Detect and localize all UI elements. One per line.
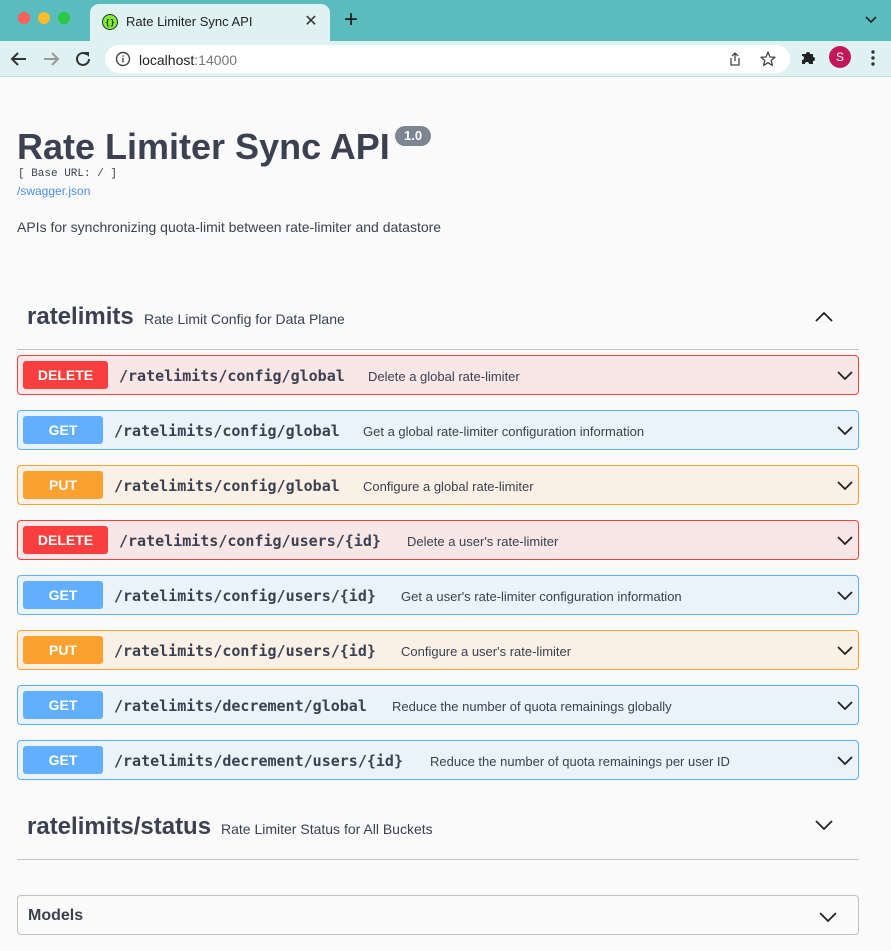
tag-header-ratelimits-status[interactable]: ratelimits/status Rate Limiter Status fo… [17, 810, 859, 860]
method-badge: GET [23, 691, 103, 719]
operation-summary: Reduce the number of quota remainings gl… [392, 699, 672, 714]
opblock-get-decrement-global[interactable]: GET /ratelimits/decrement/global Reduce … [17, 685, 859, 725]
profile-avatar[interactable]: S [829, 46, 851, 68]
method-badge: GET [23, 746, 103, 774]
forward-arrow-icon[interactable] [40, 48, 62, 70]
models-section[interactable]: Models [17, 895, 859, 935]
swagger-json-link[interactable]: /swagger.json [17, 184, 90, 198]
chevron-down-icon[interactable] [836, 696, 854, 714]
chevron-down-icon[interactable] [836, 366, 854, 384]
svg-text:{}: {} [105, 18, 115, 27]
chevron-down-icon[interactable] [836, 751, 854, 769]
method-badge: GET [23, 416, 103, 444]
url-port: :14000 [194, 52, 238, 68]
chevron-down-icon[interactable] [814, 815, 834, 835]
chevron-down-icon[interactable] [836, 586, 854, 604]
operation-path: /ratelimits/config/global [119, 367, 345, 385]
operation-summary: Delete a global rate-limiter [368, 369, 520, 384]
new-tab-button[interactable]: + [340, 7, 362, 33]
operation-path: /ratelimits/config/users/{id} [119, 532, 381, 550]
operation-summary: Configure a user's rate-limiter [401, 644, 572, 659]
method-badge: DELETE [23, 361, 108, 389]
method-badge: GET [23, 581, 103, 609]
tag-header-ratelimits[interactable]: ratelimits Rate Limit Config for Data Pl… [17, 300, 859, 350]
share-icon[interactable] [727, 51, 743, 67]
chevron-down-icon[interactable] [836, 476, 854, 494]
method-badge: DELETE [23, 526, 108, 554]
extensions-puzzle-icon[interactable] [798, 48, 818, 68]
browser-menu-icon[interactable] [868, 48, 878, 68]
browser-titlebar: {} Rate Limiter Sync API ✕ + [0, 0, 891, 41]
operation-path: /ratelimits/config/global [114, 422, 340, 440]
opblock-put-config-global[interactable]: PUT /ratelimits/config/global Configure … [17, 465, 859, 505]
tag-description: Rate Limit Config for Data Plane [144, 311, 345, 327]
operation-path: /ratelimits/config/users/{id} [114, 642, 376, 660]
operation-path: /ratelimits/config/global [114, 477, 340, 495]
url-text[interactable]: localhost:14000 [139, 52, 237, 68]
browser-toolbar: localhost:14000 [0, 41, 891, 77]
models-title: Models [28, 907, 84, 924]
minimize-window-button[interactable] [38, 12, 50, 24]
operation-path: /ratelimits/config/users/{id} [114, 587, 376, 605]
chevron-up-icon[interactable] [814, 307, 834, 327]
operation-path: /ratelimits/decrement/users/{id} [114, 752, 403, 770]
tab-search-chevron-icon[interactable] [864, 12, 878, 26]
opblock-put-config-users[interactable]: PUT /ratelimits/config/users/{id} Config… [17, 630, 859, 670]
operation-path: /ratelimits/decrement/global [114, 697, 367, 715]
browser-tab[interactable]: {} Rate Limiter Sync API ✕ [90, 4, 330, 41]
bookmark-star-icon[interactable] [759, 50, 777, 68]
version-badge: 1.0 [395, 126, 432, 146]
opblock-delete-config-global[interactable]: DELETE /ratelimits/config/global Delete … [17, 355, 859, 395]
operation-summary: Get a user's rate-limiter configuration … [401, 589, 682, 604]
api-title: Rate Limiter Sync API [17, 126, 390, 167]
site-info-icon[interactable] [115, 51, 131, 67]
tab-title: Rate Limiter Sync API [126, 14, 253, 29]
back-arrow-icon[interactable] [8, 48, 30, 70]
base-url: [ Base URL: / ] [18, 168, 118, 180]
tag-name: ratelimits/status [27, 813, 212, 840]
chevron-down-icon[interactable] [836, 421, 854, 439]
method-badge: PUT [23, 636, 103, 664]
tab-close-icon[interactable]: ✕ [302, 11, 320, 31]
chevron-down-icon[interactable] [818, 907, 838, 927]
maximize-window-button[interactable] [58, 12, 70, 24]
method-badge: PUT [23, 471, 103, 499]
api-description: APIs for synchronizing quota-limit betwe… [17, 219, 442, 235]
opblock-delete-config-users[interactable]: DELETE /ratelimits/config/users/{id} Del… [17, 520, 859, 560]
opblock-get-decrement-users[interactable]: GET /ratelimits/decrement/users/{id} Red… [17, 740, 859, 780]
operation-summary: Reduce the number of quota remainings pe… [430, 754, 730, 769]
url-host: localhost [139, 52, 195, 68]
close-window-button[interactable] [18, 12, 30, 24]
address-bar[interactable]: localhost:14000 [105, 45, 790, 73]
operation-summary: Delete a user's rate-limiter [407, 534, 559, 549]
opblock-get-config-global[interactable]: GET /ratelimits/config/global Get a glob… [17, 410, 859, 450]
opblock-get-config-users[interactable]: GET /ratelimits/config/users/{id} Get a … [17, 575, 859, 615]
reload-icon[interactable] [72, 48, 94, 70]
tag-name: ratelimits [27, 303, 134, 330]
chevron-down-icon[interactable] [836, 641, 854, 659]
operation-summary: Configure a global rate-limiter [363, 479, 534, 494]
swagger-favicon-icon: {} [102, 14, 118, 30]
operation-summary: Get a global rate-limiter configuration … [363, 424, 645, 439]
chevron-down-icon[interactable] [836, 531, 854, 549]
tag-description: Rate Limiter Status for All Buckets [221, 821, 433, 837]
